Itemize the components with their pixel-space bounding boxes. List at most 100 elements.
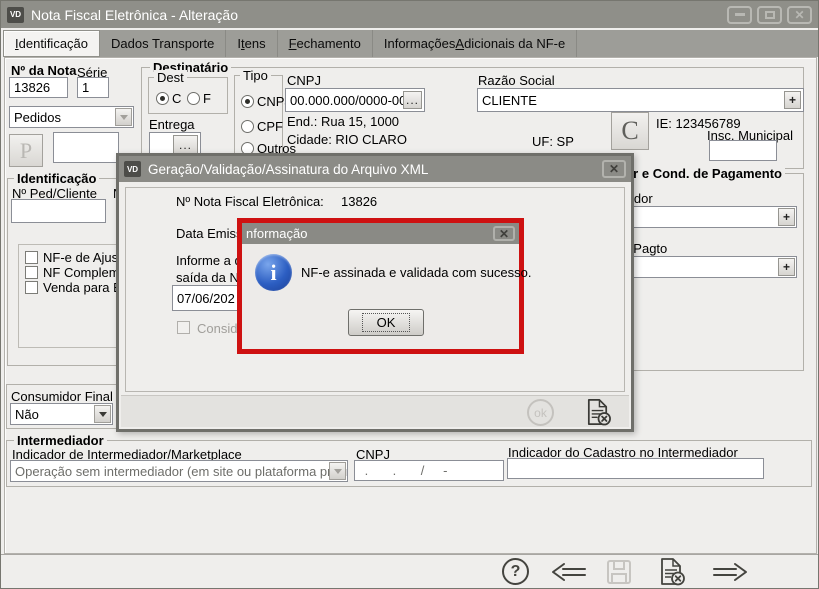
window-titlebar: VD Nota Fiscal Eletrônica - Alteração ✕ — [1, 1, 818, 28]
help-button[interactable]: ? — [502, 558, 529, 585]
info-icon: i — [255, 254, 292, 291]
help-icon: ? — [511, 563, 521, 581]
info-dialog: nformação ✕ i NF-e assinada e validada c… — [237, 218, 524, 354]
close-icon: ✕ — [499, 228, 509, 240]
ped-cliente-field[interactable] — [11, 199, 106, 223]
main-window: VD Nota Fiscal Eletrônica - Alteração ✕ … — [0, 0, 819, 589]
tab-fechamento[interactable]: Fechamento — [278, 30, 373, 57]
nfe-flag-row: NF-e de Ajuste — [25, 250, 129, 265]
indicador-dropdown-button[interactable] — [329, 462, 346, 480]
modal-nota-value: 13826 — [341, 194, 377, 209]
info-dialog-title: nformação — [246, 226, 307, 241]
nota-label: Nº da Nota — [11, 63, 76, 78]
xml-modal-close-button[interactable]: ✕ — [602, 160, 626, 178]
document-x-icon — [584, 398, 612, 426]
info-dialog-message: NF-e assinada e validada com sucesso. — [301, 265, 532, 280]
save-button[interactable] — [605, 558, 632, 585]
modal-nota-label: Nº Nota Fiscal Eletrônica: — [176, 194, 324, 209]
pedidos-dropdown[interactable]: Pedidos — [9, 106, 134, 128]
tipo-radio-cnpj[interactable] — [241, 95, 254, 108]
maximize-button[interactable] — [757, 6, 782, 24]
razao-social-field[interactable]: CLIENTE — [477, 88, 804, 112]
nota-field[interactable]: 13826 — [9, 77, 68, 98]
indicador-dropdown[interactable]: Operação sem intermediador (em site ou p… — [10, 460, 348, 482]
consumidor-final-label: Consumidor Final — [11, 389, 113, 404]
intermediador-legend: Intermediador — [14, 433, 107, 448]
cidade-text: Cidade: RIO CLARO — [287, 132, 407, 147]
p-button[interactable]: P — [9, 134, 43, 167]
razao-social-plus-button[interactable]: + — [784, 91, 801, 109]
dest-legend: Dest — [154, 70, 187, 85]
indicador-value: Operação sem intermediador (em site ou p… — [15, 464, 348, 479]
cnpj-label: CNPJ — [287, 73, 321, 88]
pedidos-dropdown-button[interactable] — [115, 108, 132, 126]
checkbox-icon[interactable] — [25, 281, 38, 294]
document-x-icon — [657, 557, 686, 586]
vendedor-plus-button[interactable]: + — [778, 208, 795, 226]
floppy-disk-icon — [606, 559, 632, 585]
close-button[interactable]: ✕ — [787, 6, 812, 24]
tab-informa-es-adicionais-da-nf-e[interactable]: Informações Adicionais da NF-e — [373, 30, 577, 57]
modal-considerar-checkbox[interactable] — [177, 321, 190, 334]
modal-cancel-document-button[interactable] — [583, 397, 613, 427]
tipo-radio-cpf-label: CPF — [257, 119, 283, 134]
checkbox-icon[interactable] — [25, 251, 38, 264]
app-icon: VD — [124, 161, 141, 177]
dest-radio-f-label: F — [203, 91, 211, 106]
close-icon: ✕ — [794, 9, 804, 21]
checkbox-icon[interactable] — [25, 266, 38, 279]
insc-municipal-field[interactable] — [709, 140, 777, 161]
ok-circle-label: ok — [534, 406, 547, 420]
dest-radio-c-label: C — [172, 91, 181, 106]
dest-radio-c[interactable] — [156, 92, 169, 105]
arrow-left-icon — [549, 561, 587, 583]
back-button[interactable] — [548, 561, 588, 583]
p-field[interactable] — [53, 132, 119, 163]
chevron-down-icon — [99, 412, 107, 421]
cadastro-intermediador-field[interactable] — [507, 458, 764, 479]
uf-text: UF: SP — [532, 134, 574, 149]
ok-button-label: OK — [362, 313, 411, 332]
entrega-browse-button[interactable]: ... — [173, 135, 198, 155]
razao-social-label: Razão Social — [478, 73, 555, 88]
toolbar-separator — [1, 554, 819, 555]
xml-modal-titlebar: VD Geração/Validação/Assinatura do Arqui… — [119, 156, 631, 182]
app-icon: VD — [7, 7, 24, 23]
dest-radio-f[interactable] — [187, 92, 200, 105]
cancel-document-button[interactable] — [656, 556, 686, 586]
info-dialog-ok-button[interactable]: OK — [348, 309, 424, 336]
minimize-button[interactable] — [727, 6, 752, 24]
tab-identifica-o[interactable]: Identificação — [3, 30, 100, 57]
ok-circle-button[interactable]: ok — [527, 399, 554, 426]
chevron-down-icon — [120, 115, 128, 124]
entrega-label: Entrega — [149, 117, 195, 132]
window-title: Nota Fiscal Eletrônica - Alteração — [31, 7, 238, 23]
forward-button[interactable] — [711, 561, 751, 583]
info-dialog-close-button[interactable]: ✕ — [493, 226, 515, 241]
tipo-legend: Tipo — [240, 68, 271, 83]
chevron-down-icon — [334, 469, 342, 478]
cnpj-browse-button[interactable]: ... — [403, 91, 422, 109]
serie-field[interactable]: 1 — [77, 77, 109, 98]
identificacao-legend: Identificação — [14, 171, 99, 186]
close-icon: ✕ — [609, 163, 619, 175]
pedidos-value: Pedidos — [14, 110, 61, 125]
intermediador-cnpj-field[interactable]: . . / - — [354, 460, 504, 481]
tab-bar: IdentificaçãoDados TransporteItensFecham… — [3, 30, 818, 57]
consumidor-final-dropdown[interactable]: Não — [10, 403, 113, 425]
modal-date-field[interactable]: 07/06/202 — [172, 285, 246, 311]
consumidor-final-dropdown-button[interactable] — [94, 405, 111, 423]
tab-itens[interactable]: Itens — [226, 30, 277, 57]
tab-dados-transporte[interactable]: Dados Transporte — [100, 30, 226, 57]
minimize-icon — [735, 13, 745, 16]
c-button[interactable]: C — [611, 112, 649, 150]
xml-modal-footer: ok — [121, 395, 629, 427]
arrow-right-icon — [712, 561, 750, 583]
tipo-radio-cpf[interactable] — [241, 120, 254, 133]
maximize-icon — [765, 11, 775, 19]
cond-pagto-plus-button[interactable]: + — [778, 258, 795, 276]
xml-modal-title: Geração/Validação/Assinatura do Arquivo … — [148, 162, 428, 177]
info-dialog-titlebar: nformação ✕ — [242, 223, 519, 244]
endereco-text: End.: Rua 15, 1000 — [287, 114, 399, 129]
consumidor-final-value: Não — [15, 407, 39, 422]
